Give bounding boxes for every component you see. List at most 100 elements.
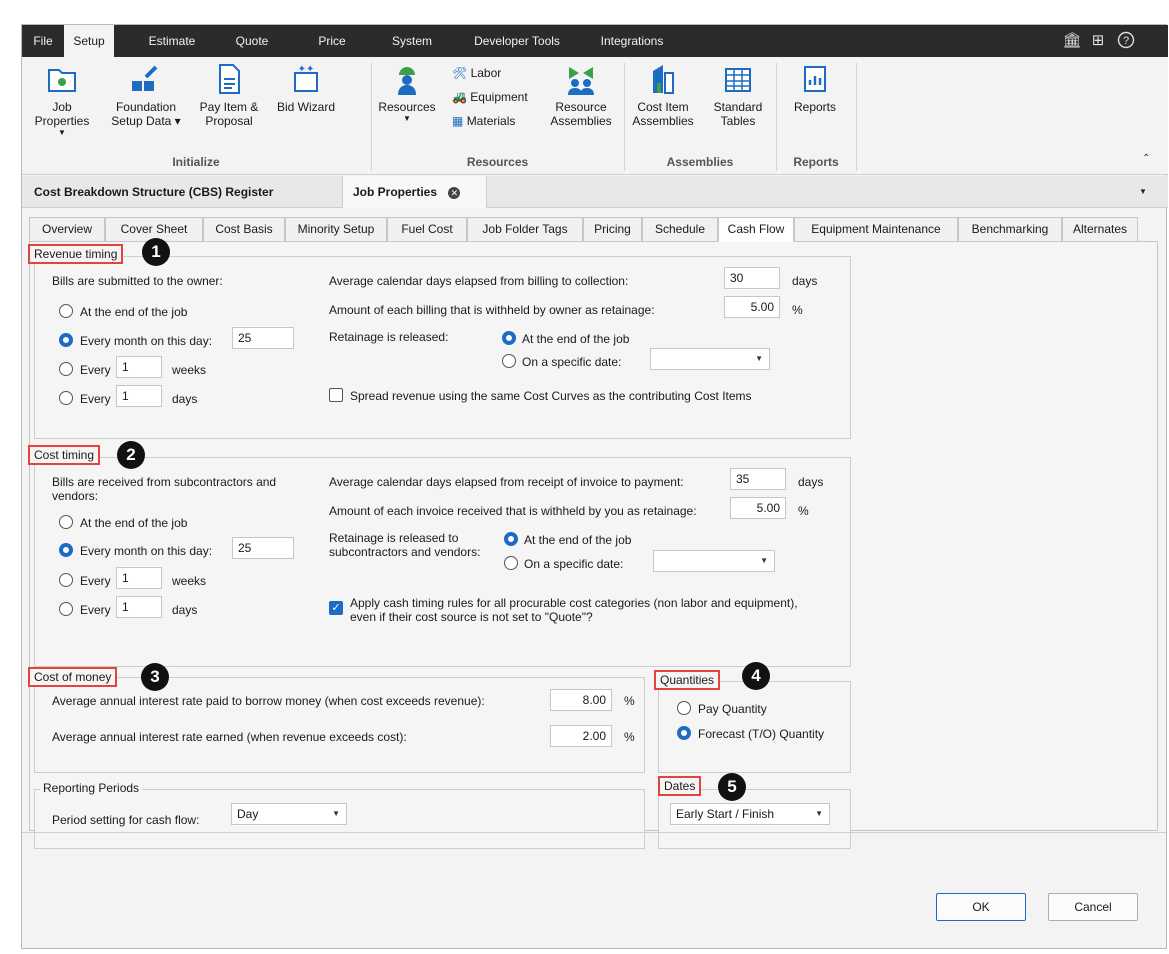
period-setting-dropdown[interactable]: Day ▼ xyxy=(231,803,347,825)
tab-pricing[interactable]: Pricing xyxy=(583,217,642,242)
cost-item-icon xyxy=(653,65,674,94)
resource-assemblies-button[interactable]: Resource Assemblies xyxy=(544,61,618,128)
tab-job-folder-tags[interactable]: Job Folder Tags xyxy=(467,217,583,242)
cost-specific-date-dropdown[interactable]: ▼ xyxy=(653,550,775,572)
group-label-assemblies: Assemblies xyxy=(666,155,734,169)
menu-tab-price[interactable]: Price xyxy=(292,25,372,57)
revenue-avg-days-label: Average calendar days elapsed from billi… xyxy=(329,274,629,288)
cost-pct-unit: % xyxy=(798,504,809,518)
labor-button[interactable]: 🛠 Labor xyxy=(452,65,501,81)
ribbon: Job Properties ▼ Foundation Setup Data ▾… xyxy=(22,57,1168,175)
revenue-retainage-end-radio[interactable] xyxy=(502,331,516,345)
menu-tab-system[interactable]: System xyxy=(372,25,452,57)
tab-schedule[interactable]: Schedule xyxy=(642,217,718,242)
tab-alternates[interactable]: Alternates xyxy=(1062,217,1138,242)
materials-button[interactable]: ▦ Materials xyxy=(452,113,515,129)
cost-timing-title: Cost timing xyxy=(28,445,101,465)
menu-tab-estimate[interactable]: Estimate xyxy=(132,25,212,57)
equipment-icon: 🚜 xyxy=(452,90,467,104)
footer-divider xyxy=(22,832,1166,833)
cost-every-weeks-label: Every xyxy=(80,574,111,588)
cost-apply-rules-checkbox[interactable]: ✓ xyxy=(329,601,343,615)
callout-badge-1: 1 xyxy=(142,238,170,266)
forecast-quantity-radio[interactable] xyxy=(677,726,691,740)
menu-tab-file[interactable]: File xyxy=(22,25,64,57)
revenue-days-unit: days xyxy=(792,274,818,288)
revenue-weeks-input[interactable]: 1 xyxy=(116,356,162,378)
revenue-spread-checkbox[interactable] xyxy=(329,388,343,402)
cost-month-day-input[interactable]: 25 xyxy=(232,537,294,559)
tab-cbs-register[interactable]: Cost Breakdown Structure (CBS) Register xyxy=(24,176,283,208)
tab-minority-setup[interactable]: Minority Setup xyxy=(285,217,387,242)
cost-weeks-input[interactable]: 1 xyxy=(116,567,162,589)
standard-tables-button[interactable]: Standard Tables xyxy=(704,61,772,128)
group-label-reports: Reports xyxy=(793,155,839,169)
cost-withheld-input[interactable]: 5.00 xyxy=(730,497,786,519)
resource-assemblies-icon xyxy=(568,67,594,95)
cost-every-days-radio[interactable] xyxy=(59,602,73,616)
dates-dropdown[interactable]: Early Start / Finish ▼ xyxy=(670,803,830,825)
bid-wizard-button[interactable]: ✦✦ Bid Wizard xyxy=(270,61,342,114)
pay-item-proposal-button[interactable]: Pay Item & Proposal xyxy=(192,61,266,128)
menu-tab-setup[interactable]: Setup xyxy=(64,25,114,57)
tab-job-properties[interactable]: Job Properties ✕ xyxy=(342,176,487,208)
revenue-withheld-input[interactable]: 5.00 xyxy=(724,296,780,318)
job-properties-icon xyxy=(48,69,76,92)
cost-every-weeks-radio[interactable] xyxy=(59,573,73,587)
collapse-ribbon-icon[interactable]: ⌃ xyxy=(1142,153,1150,164)
revenue-every-days-radio[interactable] xyxy=(59,391,73,405)
revenue-avg-days-input[interactable]: 30 xyxy=(724,267,780,289)
money-borrow-input[interactable]: 8.00 xyxy=(550,689,612,711)
cost-avg-days-input[interactable]: 35 xyxy=(730,468,786,490)
foundation-setup-data-button[interactable]: Foundation Setup Data ▾ xyxy=(106,61,186,128)
tab-equipment-maintenance[interactable]: Equipment Maintenance xyxy=(794,217,958,242)
menu-tab-integrations[interactable]: Integrations xyxy=(582,25,682,57)
cost-every-month-label: Every month on this day: xyxy=(80,544,213,558)
pay-quantity-radio[interactable] xyxy=(677,701,691,715)
cost-item-assemblies-button[interactable]: Cost Item Assemblies xyxy=(627,61,699,128)
cost-days-label: days xyxy=(172,603,198,617)
menu-tab-developer-tools[interactable]: Developer Tools xyxy=(452,25,582,57)
cancel-button[interactable]: Cancel xyxy=(1048,893,1138,921)
cost-retainage-end-radio[interactable] xyxy=(504,532,518,546)
ok-button[interactable]: OK xyxy=(936,893,1026,921)
close-icon[interactable]: ✕ xyxy=(448,186,461,199)
revenue-days-input[interactable]: 1 xyxy=(116,385,162,407)
cost-retainage-specific-radio[interactable] xyxy=(504,556,518,570)
revenue-specific-date-dropdown[interactable]: ▼ xyxy=(650,348,770,370)
tab-cash-flow[interactable]: Cash Flow xyxy=(718,217,794,242)
wizard-icon: ✦✦ xyxy=(294,64,318,92)
revenue-every-month-radio[interactable] xyxy=(59,333,73,347)
revenue-spread-label: Spread revenue using the same Cost Curve… xyxy=(350,389,752,403)
revenue-retainage-specific-radio[interactable] xyxy=(502,354,516,368)
tab-benchmarking[interactable]: Benchmarking xyxy=(958,217,1062,242)
cost-end-of-job-radio[interactable] xyxy=(59,515,73,529)
resources-button[interactable]: Resources ▼ xyxy=(374,61,440,124)
revenue-every-weeks-radio[interactable] xyxy=(59,362,73,376)
job-properties-button[interactable]: Job Properties ▼ xyxy=(28,61,96,138)
tab-cost-basis[interactable]: Cost Basis xyxy=(203,217,285,242)
revenue-every-days-label: Every xyxy=(80,392,111,406)
reports-button[interactable]: Reports xyxy=(780,61,850,114)
cost-every-month-radio[interactable] xyxy=(59,543,73,557)
help-icon[interactable]: ? xyxy=(1116,31,1136,51)
money-earn-input[interactable]: 2.00 xyxy=(550,725,612,747)
revenue-end-of-job-radio[interactable] xyxy=(59,304,73,318)
equipment-button[interactable]: 🚜 Equipment xyxy=(452,89,528,105)
revenue-pct-unit: % xyxy=(792,303,803,317)
menu-bar: File Setup Estimate Quote Price System D… xyxy=(22,25,1168,57)
document-icon xyxy=(219,64,240,94)
money-borrow-label: Average annual interest rate paid to bor… xyxy=(52,694,485,708)
table-icon xyxy=(725,68,751,92)
revenue-month-day-input[interactable]: 25 xyxy=(232,327,294,349)
cost-apply-label-2: even if their cost source is not set to … xyxy=(350,610,593,624)
bank-icon[interactable]: 🏛 xyxy=(1062,31,1082,51)
pay-quantity-label: Pay Quantity xyxy=(698,702,767,716)
tab-fuel-cost[interactable]: Fuel Cost xyxy=(387,217,467,242)
menu-tab-quote[interactable]: Quote xyxy=(212,25,292,57)
grid-icon[interactable]: ⊞ xyxy=(1088,31,1108,51)
tab-overview[interactable]: Overview xyxy=(29,217,105,242)
svg-text:✦✦: ✦✦ xyxy=(298,64,315,75)
tab-list-chevron-icon[interactable]: ▼ xyxy=(1139,176,1147,208)
cost-days-input[interactable]: 1 xyxy=(116,596,162,618)
